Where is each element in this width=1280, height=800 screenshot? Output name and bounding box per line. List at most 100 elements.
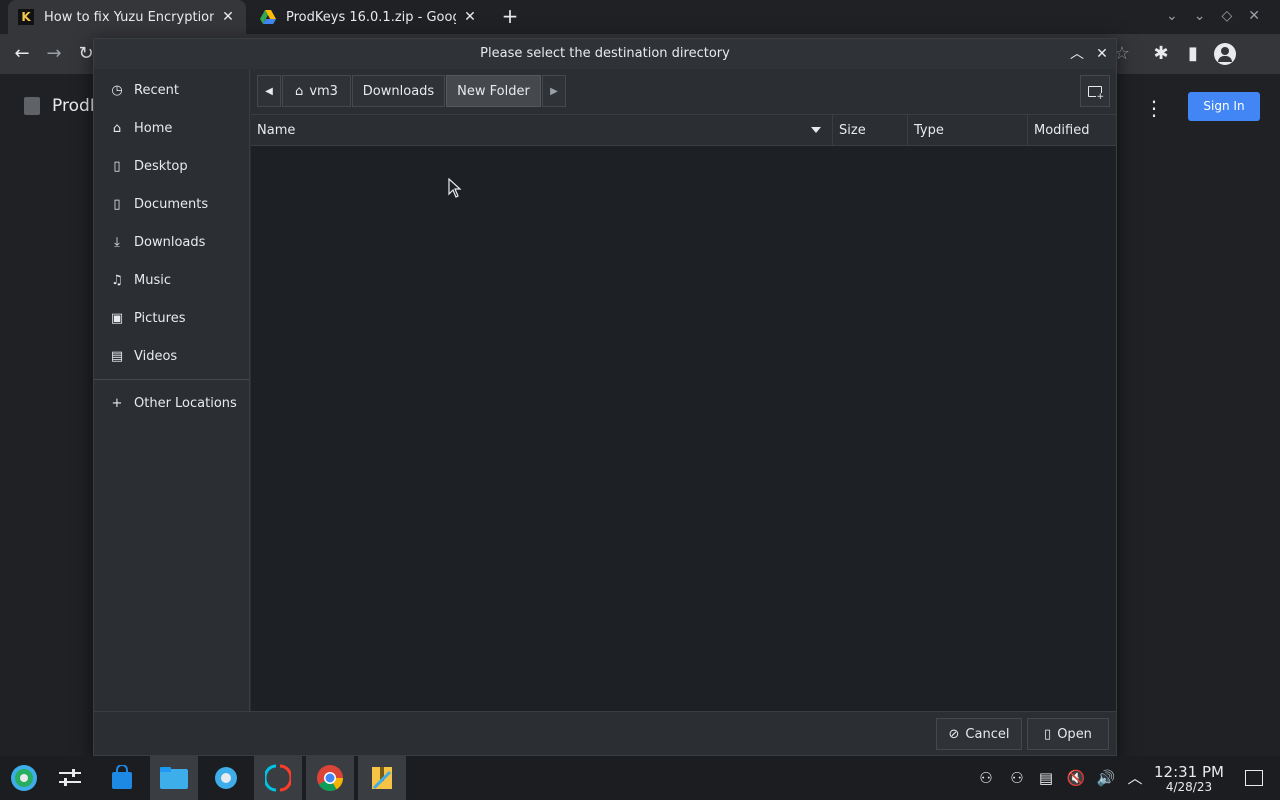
minimize-icon[interactable]: ⌄ bbox=[1194, 8, 1206, 24]
maximize-icon[interactable]: ◇ bbox=[1221, 8, 1232, 24]
column-header-modified[interactable]: Modified bbox=[1028, 115, 1116, 146]
videos-icon: ▤ bbox=[110, 348, 124, 364]
clipboard-icon[interactable]: ▤ bbox=[1036, 768, 1056, 788]
globe-gear-icon bbox=[215, 767, 237, 789]
column-header-row: Name Size Type Modified bbox=[251, 114, 1116, 146]
tray-expand-icon[interactable]: ︿ bbox=[1125, 768, 1145, 788]
side-panel-icon[interactable]: ▮ bbox=[1181, 42, 1205, 66]
profile-avatar[interactable] bbox=[1213, 42, 1237, 66]
download-icon: ⤓ bbox=[114, 234, 120, 250]
path-crumb-home[interactable]: ⌂ vm3 bbox=[282, 75, 351, 107]
taskbar-clock[interactable]: 12:31 PM 4/28/23 bbox=[1152, 764, 1226, 794]
user-icon[interactable]: ⚇ bbox=[976, 768, 996, 788]
path-crumb-downloads[interactable]: Downloads bbox=[352, 75, 445, 107]
sidebar-item-other-locations[interactable]: + Other Locations bbox=[94, 384, 249, 422]
home-icon: ⌂ bbox=[112, 120, 122, 136]
more-options-icon[interactable]: ⋮ bbox=[1144, 96, 1164, 120]
close-window-icon[interactable]: ✕ bbox=[1248, 8, 1260, 24]
sidebar-item-documents[interactable]: ▯ Documents bbox=[94, 185, 249, 223]
tab-yuzu-guide[interactable]: K How to fix Yuzu Encryption K ✕ bbox=[8, 0, 246, 34]
sort-descending-icon bbox=[811, 127, 821, 133]
volume-icon[interactable]: 🔊 bbox=[1096, 768, 1116, 788]
path-back-button[interactable]: ◀ bbox=[257, 75, 281, 107]
taskbar-settings-sliders[interactable] bbox=[46, 756, 94, 800]
extensions-icon[interactable]: ✱ bbox=[1149, 42, 1173, 66]
file-chooser-dialog: Please select the destination directory … bbox=[93, 38, 1117, 756]
documents-icon: ▯ bbox=[113, 196, 121, 212]
taskbar-yuzu[interactable] bbox=[254, 756, 302, 800]
home-icon: ⌂ bbox=[295, 83, 304, 99]
mic-muted-icon[interactable]: 🔇 bbox=[1066, 768, 1086, 788]
column-header-type[interactable]: Type bbox=[908, 115, 1028, 146]
column-header-size[interactable]: Size bbox=[833, 115, 908, 146]
path-crumb-new-folder[interactable]: New Folder bbox=[446, 75, 541, 107]
cancel-button[interactable]: ⊘ Cancel bbox=[936, 718, 1022, 750]
archive-icon bbox=[372, 767, 392, 790]
back-icon[interactable]: ← bbox=[10, 42, 34, 66]
show-desktop-icon[interactable] bbox=[1245, 770, 1263, 786]
store-bag-icon bbox=[112, 765, 132, 789]
tab-strip: K How to fix Yuzu Encryption K ✕ ProdKey… bbox=[0, 0, 1280, 34]
music-icon: ♫ bbox=[111, 272, 123, 288]
desktop-icon: ▯ bbox=[113, 158, 121, 174]
places-sidebar: ◷ Recent ⌂ Home ▯ Desktop ▯ Documents ⤓ Downl… bbox=[94, 69, 250, 711]
forward-icon[interactable]: → bbox=[42, 42, 66, 66]
new-folder-icon bbox=[1088, 85, 1104, 102]
network-icon[interactable]: ⚇ bbox=[1007, 768, 1027, 788]
google-drive-icon bbox=[260, 9, 276, 25]
dialog-titlebar: Please select the destination directory … bbox=[94, 39, 1116, 69]
sliders-icon bbox=[59, 769, 81, 786]
tab-title: ProdKeys 16.0.1.zip - Google bbox=[286, 9, 456, 25]
file-list[interactable]: Name Size Type Modified bbox=[251, 114, 1116, 711]
yuzu-icon bbox=[265, 764, 291, 792]
k-favicon-icon: K bbox=[18, 9, 34, 25]
tab-title: How to fix Yuzu Encryption K bbox=[44, 9, 214, 25]
sidebar-divider bbox=[94, 379, 249, 380]
taskbar-system-settings[interactable] bbox=[202, 756, 250, 800]
path-bar: ◀ ⌂ vm3 Downloads New Folder ▶ bbox=[251, 69, 1116, 114]
sidebar-item-videos[interactable]: ▤ Videos bbox=[94, 337, 249, 375]
dialog-title: Please select the destination directory bbox=[480, 46, 730, 61]
taskbar-ark[interactable] bbox=[358, 756, 406, 800]
pictures-icon: ▣ bbox=[110, 310, 124, 326]
tab-strip-controls: ⌄ ⌄ ◇ ✕ bbox=[1166, 8, 1260, 24]
dialog-footer: ⊘ Cancel ▯ Open bbox=[94, 711, 1116, 755]
sign-in-button[interactable]: Sign In bbox=[1188, 92, 1260, 121]
document-icon bbox=[24, 97, 40, 115]
sidebar-item-pictures[interactable]: ▣ Pictures bbox=[94, 299, 249, 337]
plus-icon: + bbox=[111, 395, 123, 411]
sidebar-item-desktop[interactable]: ▯ Desktop bbox=[94, 147, 249, 185]
chevron-left-icon: ◀ bbox=[265, 85, 273, 97]
column-header-name[interactable]: Name bbox=[251, 115, 833, 146]
sidebar-item-recent[interactable]: ◷ Recent bbox=[94, 71, 249, 109]
sidebar-item-downloads[interactable]: ⤓ Downloads bbox=[94, 223, 249, 261]
taskbar: ⚇ ⚇ ▤ 🔇 🔊 ︿ 12:31 PM 4/28/23 bbox=[0, 756, 1280, 800]
avatar-icon bbox=[1214, 43, 1236, 65]
tab-search-icon[interactable]: ⌄ bbox=[1166, 8, 1178, 24]
tab-close-icon[interactable]: ✕ bbox=[220, 9, 236, 25]
dialog-maximize-icon[interactable]: ︿ bbox=[1066, 39, 1088, 69]
tab-prodkeys-drive[interactable]: ProdKeys 16.0.1.zip - Google ✕ bbox=[250, 0, 488, 34]
taskbar-discover[interactable] bbox=[98, 756, 146, 800]
clock-time: 12:31 PM bbox=[1154, 763, 1224, 781]
tab-close-icon[interactable]: ✕ bbox=[462, 9, 478, 25]
launcher-icon bbox=[11, 765, 37, 791]
taskbar-file-manager[interactable] bbox=[150, 756, 198, 800]
taskbar-chrome[interactable] bbox=[306, 756, 354, 800]
app-launcher-button[interactable] bbox=[0, 756, 48, 800]
open-button[interactable]: ▯ Open bbox=[1027, 718, 1109, 750]
sidebar-item-home[interactable]: ⌂ Home bbox=[94, 109, 249, 147]
document-icon: ▯ bbox=[1044, 726, 1052, 742]
sidebar-item-music[interactable]: ♫ Music bbox=[94, 261, 249, 299]
dialog-close-icon[interactable]: ✕ bbox=[1091, 39, 1113, 69]
clock-date: 4/28/23 bbox=[1165, 780, 1213, 794]
path-forward-button[interactable]: ▶ bbox=[542, 75, 566, 107]
new-tab-button[interactable]: + bbox=[498, 5, 522, 29]
mouse-cursor-icon bbox=[448, 177, 462, 202]
chrome-icon bbox=[317, 765, 344, 792]
page-title: ProdK bbox=[24, 96, 101, 116]
chevron-right-icon: ▶ bbox=[550, 85, 558, 97]
folder-icon bbox=[160, 767, 188, 789]
create-folder-button[interactable] bbox=[1080, 75, 1110, 107]
cancel-icon: ⊘ bbox=[948, 726, 960, 742]
